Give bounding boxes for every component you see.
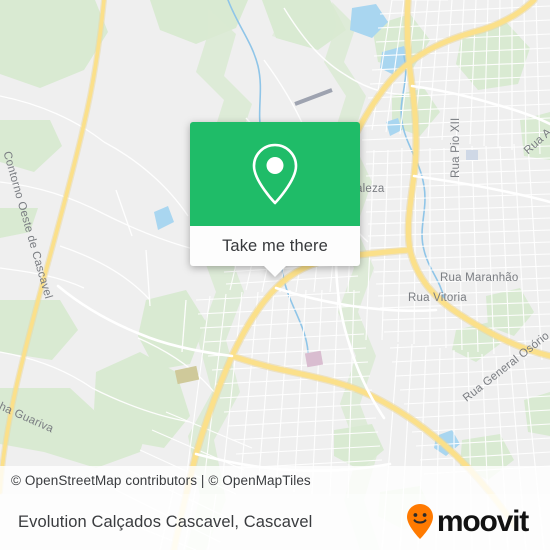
- take-me-there-label: Take me there: [222, 236, 328, 255]
- moovit-wordmark: moovit: [436, 505, 529, 538]
- map-attribution-bar: © OpenStreetMap contributors | © OpenMap…: [0, 466, 550, 494]
- attribution-text[interactable]: © OpenStreetMap contributors | © OpenMap…: [11, 473, 311, 488]
- map-pin-icon: [252, 143, 298, 205]
- moovit-pin-smile-icon: [406, 504, 433, 539]
- footer-bar: Evolution Calçados Cascavel, Cascavel mo…: [0, 494, 550, 550]
- take-me-there-button[interactable]: Take me there: [190, 226, 360, 266]
- map-screen: Contorno Oeste de Cascavel nha Guariva a…: [0, 0, 550, 550]
- popup-tail: [264, 266, 286, 277]
- location-popup[interactable]: Take me there: [190, 122, 360, 277]
- popup-header: [190, 122, 360, 226]
- moovit-logo[interactable]: moovit: [405, 503, 529, 541]
- place-title: Evolution Calçados Cascavel, Cascavel: [18, 512, 313, 531]
